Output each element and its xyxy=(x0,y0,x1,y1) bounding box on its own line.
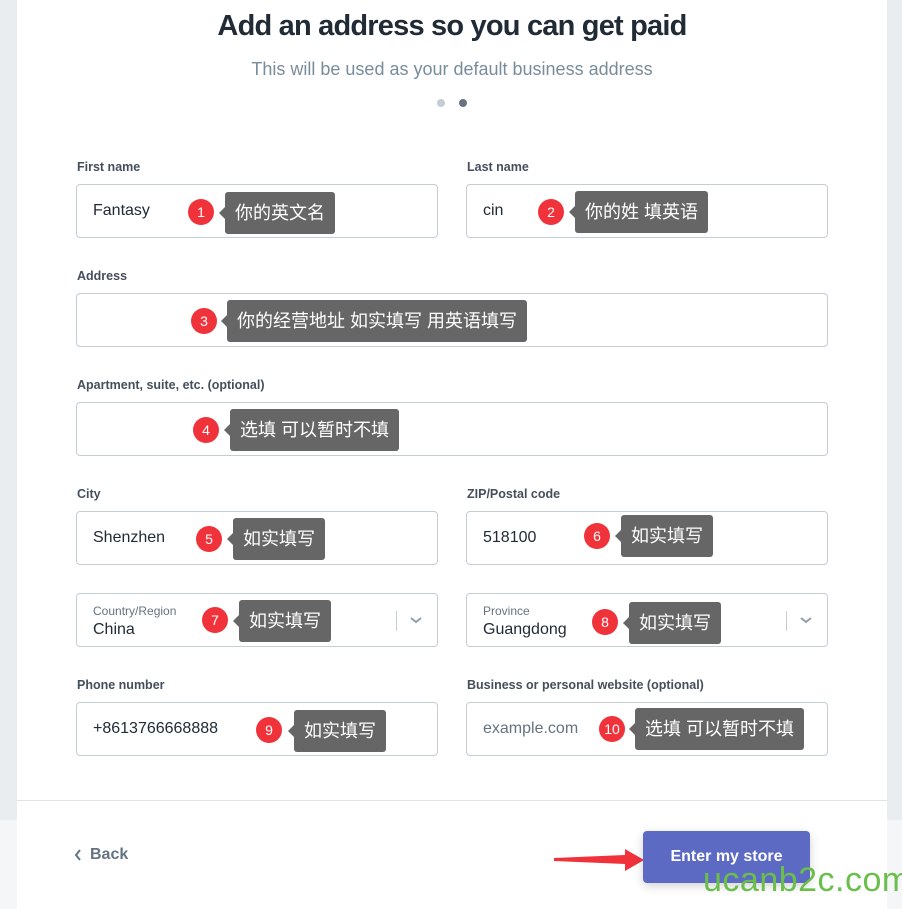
annotation-badge: 3 xyxy=(191,308,217,334)
annotation-tooltip: 选填 可以暂时不填 xyxy=(223,409,400,451)
annotation-tooltip: 选填 可以暂时不填 xyxy=(628,708,805,750)
apartment-label: Apartment, suite, etc. (optional) xyxy=(77,378,265,392)
annotation-badge: 4 xyxy=(193,417,219,443)
phone-value: +8613766668888 xyxy=(93,720,219,737)
page-subtitle: This will be used as your default busine… xyxy=(251,59,653,79)
last-name-label: Last name xyxy=(467,160,529,174)
zip-value: 518100 xyxy=(483,529,537,546)
annotation-badge: 6 xyxy=(584,523,610,549)
annotation-tooltip: 如实填写 xyxy=(288,710,386,752)
annotation-tooltip: 如实填写 xyxy=(233,600,331,642)
last-name-value: cin xyxy=(483,202,504,219)
annotation-tooltip: 你的经营地址 如实填写 用英语填写 xyxy=(220,300,528,342)
watermark: ucanb2c.com xyxy=(703,861,902,899)
city-label: City xyxy=(77,487,101,501)
back-button[interactable]: Back xyxy=(74,846,128,864)
select-divider xyxy=(786,611,787,631)
red-arrow-annotation-icon xyxy=(554,849,644,871)
annotation-tooltip: 你的英文名 xyxy=(219,192,335,234)
annotation-badge: 9 xyxy=(256,717,282,743)
address-form-card: Add an address so you can get paid This … xyxy=(17,0,887,909)
page-title: Add an address so you can get paid xyxy=(217,10,687,42)
province-label: Province xyxy=(483,604,530,618)
chevron-down-icon xyxy=(410,617,422,624)
phone-label: Phone number xyxy=(77,678,165,692)
annotation-badge: 1 xyxy=(188,199,214,225)
first-name-value: Fantasy xyxy=(93,202,150,219)
annotation-badge: 8 xyxy=(592,609,618,635)
country-label: Country/Region xyxy=(93,604,177,618)
back-label: Back xyxy=(90,846,129,863)
website-placeholder: example.com xyxy=(483,720,579,737)
annotation-badge: 5 xyxy=(196,526,222,552)
annotation-badge: 7 xyxy=(202,607,228,633)
annotation-tooltip: 如实填写 xyxy=(615,515,713,557)
city-value: Shenzhen xyxy=(93,529,166,546)
country-value: China xyxy=(93,621,135,638)
annotation-badge: 10 xyxy=(599,716,625,742)
select-divider xyxy=(396,611,397,631)
province-value: Guangdong xyxy=(483,621,567,638)
step-dot-2-active xyxy=(459,99,467,107)
address-label: Address xyxy=(77,269,128,283)
first-name-label: First name xyxy=(77,160,141,174)
annotation-tooltip: 你的姓 填英语 xyxy=(568,191,709,233)
zip-label: ZIP/Postal code xyxy=(467,487,561,501)
footer-divider xyxy=(17,800,887,801)
annotation-tooltip: 如实填写 xyxy=(227,518,325,560)
chevron-left-icon xyxy=(74,849,81,861)
website-label: Business or personal website (optional) xyxy=(467,678,704,692)
step-indicator xyxy=(17,99,887,107)
annotation-badge: 2 xyxy=(538,199,564,225)
chevron-down-icon xyxy=(800,617,812,624)
annotation-tooltip: 如实填写 xyxy=(623,602,721,644)
apartment-input[interactable] xyxy=(76,402,828,456)
step-dot-1 xyxy=(437,99,445,107)
